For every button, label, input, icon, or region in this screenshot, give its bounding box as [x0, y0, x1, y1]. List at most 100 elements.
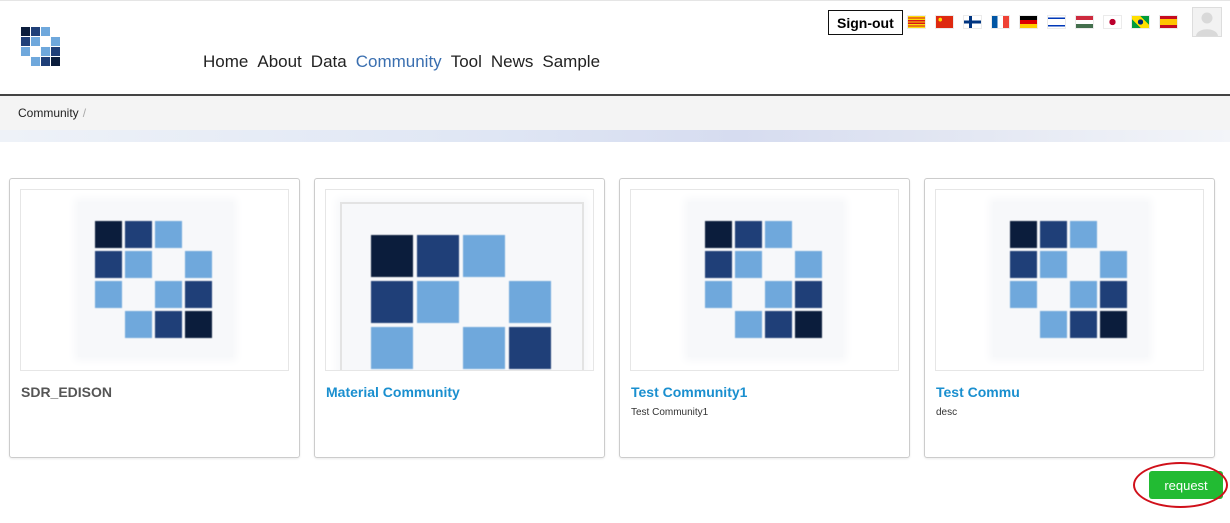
- logo-tile: [41, 27, 50, 36]
- mosaic-tile: [735, 251, 762, 278]
- logo-tile: [51, 47, 60, 56]
- user-avatar[interactable]: [1192, 7, 1222, 37]
- mosaic-tile: [1010, 281, 1037, 308]
- logo-tile: [51, 57, 60, 66]
- site-logo[interactable]: [17, 23, 65, 71]
- community-title: SDR_EDISON: [21, 384, 113, 400]
- logo-tile: [41, 57, 50, 66]
- community-card-test-community1[interactable]: Test Community1 Test Community1: [619, 178, 910, 458]
- mosaic-tile: [1010, 311, 1037, 338]
- avatar-silhouette-icon: [1193, 8, 1221, 36]
- logo-tile: [51, 27, 60, 36]
- mosaic-tile: [509, 281, 551, 323]
- nav-news[interactable]: News: [491, 52, 534, 72]
- logo-tile: [21, 47, 30, 56]
- logo-tile: [31, 37, 40, 46]
- mosaic-tile: [463, 235, 505, 277]
- mosaic-tile: [795, 281, 822, 308]
- flag-spain-icon[interactable]: [1160, 16, 1177, 28]
- mosaic-tile: [155, 281, 182, 308]
- mosaic-tile: [795, 311, 822, 338]
- mosaic-tile: [795, 251, 822, 278]
- mosaic-tile: [765, 281, 792, 308]
- community-title-link[interactable]: Test Commu: [936, 384, 1020, 400]
- mosaic-tile: [185, 251, 212, 278]
- mosaic-tile: [185, 221, 212, 248]
- mosaic-tile: [463, 327, 505, 369]
- logo-tile: [51, 37, 60, 46]
- mosaic-tile: [95, 221, 122, 248]
- mosaic-tile: [155, 221, 182, 248]
- nav-tool[interactable]: Tool: [451, 52, 482, 72]
- community-thumbnail: [935, 189, 1204, 371]
- flag-japan-icon[interactable]: [1104, 16, 1121, 28]
- mosaic-tile: [371, 327, 413, 369]
- nav-about[interactable]: About: [257, 52, 301, 72]
- flag-france-icon[interactable]: [992, 16, 1009, 28]
- community-card-sdr-edison[interactable]: SDR_EDISON: [9, 178, 300, 458]
- nav-community[interactable]: Community: [356, 52, 442, 72]
- mosaic-tile: [1010, 251, 1037, 278]
- mosaic-logo-icon: [371, 235, 551, 370]
- flag-china-icon[interactable]: [936, 16, 953, 28]
- mosaic-tile: [1100, 311, 1127, 338]
- flag-israel-icon[interactable]: [1048, 16, 1065, 28]
- mosaic-logo-icon: [705, 221, 822, 338]
- mosaic-tile: [1040, 311, 1067, 338]
- logo-tile: [31, 27, 40, 36]
- mosaic-tile: [765, 221, 792, 248]
- mosaic-tile: [705, 311, 732, 338]
- mosaic-tile: [1040, 251, 1067, 278]
- mosaic-tile: [125, 251, 152, 278]
- decorative-stripe: [0, 130, 1230, 142]
- community-description: Test Community1: [631, 407, 709, 418]
- nav-home[interactable]: Home: [203, 52, 248, 72]
- community-thumbnail: [630, 189, 899, 371]
- community-card-test-commu[interactable]: Test Commu desc: [924, 178, 1215, 458]
- mosaic-tile: [1070, 251, 1097, 278]
- mosaic-tile: [509, 235, 551, 277]
- sign-out-button[interactable]: Sign-out: [828, 10, 903, 35]
- logo-tile: [21, 37, 30, 46]
- flag-brazil-icon[interactable]: [1132, 16, 1149, 28]
- mosaic-tile: [463, 281, 505, 323]
- mosaic-tile: [735, 281, 762, 308]
- mosaic-tile: [1070, 221, 1097, 248]
- community-card-material[interactable]: Material Community: [314, 178, 605, 458]
- mosaic-tile: [1040, 281, 1067, 308]
- nav-data[interactable]: Data: [311, 52, 347, 72]
- mosaic-tile: [417, 327, 459, 369]
- community-title-link[interactable]: Test Community1: [631, 384, 747, 400]
- community-description: desc: [936, 407, 958, 418]
- mosaic-tile: [95, 281, 122, 308]
- mosaic-tile: [155, 311, 182, 338]
- flag-hungary-icon[interactable]: [1076, 16, 1093, 28]
- mosaic-tile: [125, 311, 152, 338]
- mosaic-tile: [417, 281, 459, 323]
- mosaic-tile: [417, 235, 459, 277]
- flag-germany-icon[interactable]: [1020, 16, 1037, 28]
- mosaic-tile: [1040, 221, 1067, 248]
- nav-sample[interactable]: Sample: [542, 52, 600, 72]
- breadcrumb-community[interactable]: Community: [18, 106, 79, 120]
- community-title-link[interactable]: Material Community: [326, 384, 460, 400]
- mosaic-logo-icon: [95, 221, 212, 338]
- community-thumbnail: [325, 189, 594, 371]
- mosaic-tile: [509, 327, 551, 369]
- language-flags: [908, 16, 1177, 28]
- logo-tile: [31, 47, 40, 56]
- logo-tile: [41, 47, 50, 56]
- request-button[interactable]: request: [1149, 471, 1223, 499]
- mosaic-tile: [1100, 251, 1127, 278]
- mosaic-tile: [95, 311, 122, 338]
- mosaic-tile: [1070, 281, 1097, 308]
- breadcrumb: Community /: [18, 106, 86, 120]
- mosaic-tile: [371, 281, 413, 323]
- mosaic-tile: [765, 251, 792, 278]
- flag-finland-icon[interactable]: [964, 16, 981, 28]
- logo-tile: [21, 27, 30, 36]
- logo-tile: [31, 57, 40, 66]
- flag-catalan-icon[interactable]: [908, 16, 925, 28]
- mosaic-tile: [1100, 281, 1127, 308]
- mosaic-logo-icon: [1010, 221, 1127, 338]
